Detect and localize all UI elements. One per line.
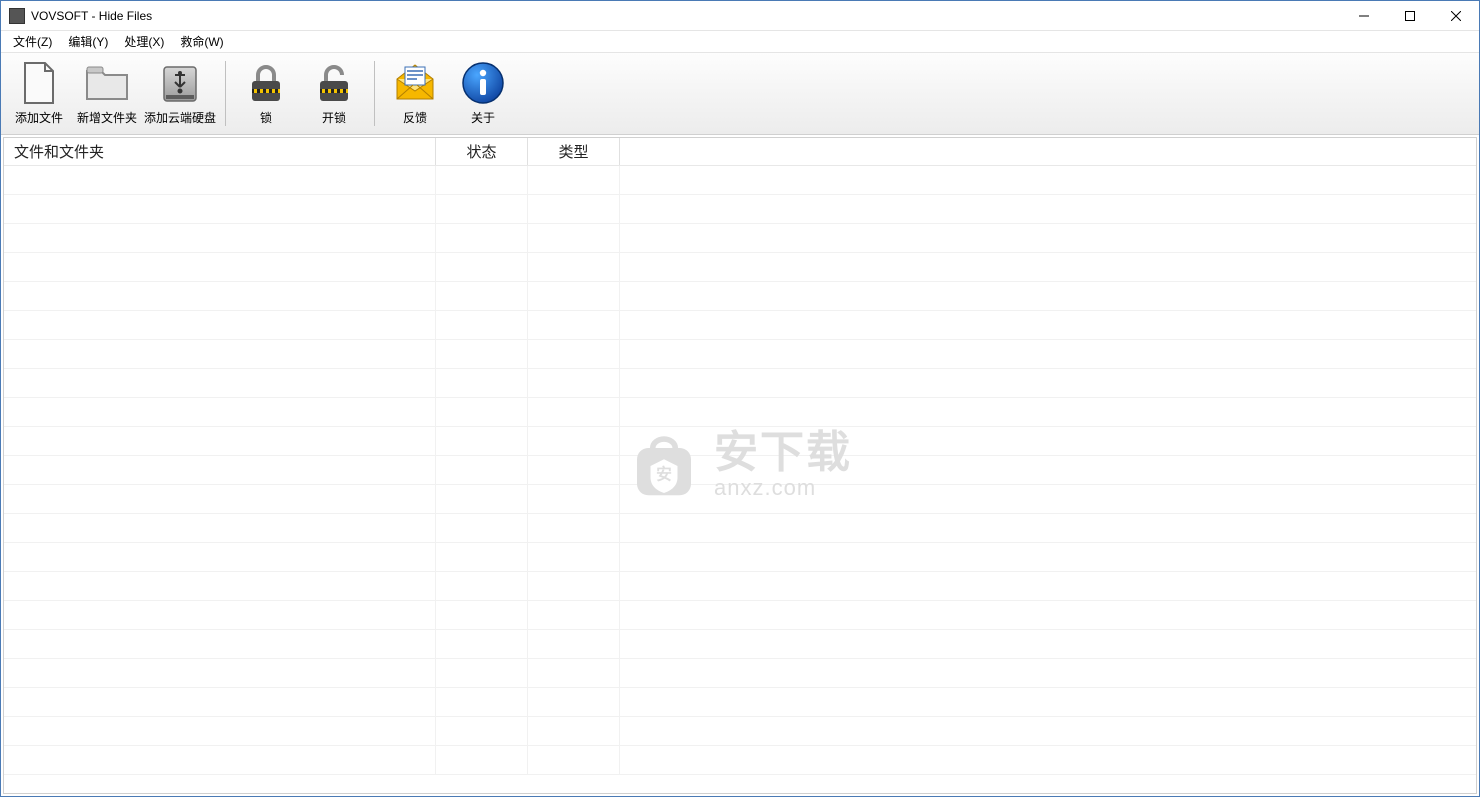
toolbar-separator — [225, 61, 226, 126]
maximize-icon — [1405, 11, 1415, 21]
close-button[interactable] — [1433, 1, 1479, 30]
table-row — [4, 224, 1476, 253]
minimize-icon — [1359, 11, 1369, 21]
feedback-button[interactable]: 反馈 — [381, 55, 449, 132]
column-header-spacer — [620, 138, 1476, 165]
table-row — [4, 514, 1476, 543]
file-icon — [15, 59, 63, 107]
window-controls — [1341, 1, 1479, 30]
menu-file[interactable]: 文件(Z) — [5, 31, 60, 52]
add-file-label: 添加文件 — [15, 109, 63, 126]
feedback-label: 反馈 — [403, 109, 427, 126]
toolbar-group-lock: 锁 开锁 — [232, 55, 368, 132]
table-row — [4, 688, 1476, 717]
table-row — [4, 340, 1476, 369]
window-title: VOVSOFT - Hide Files — [31, 9, 152, 23]
column-header-type[interactable]: 类型 — [528, 138, 620, 165]
add-cloud-drive-button[interactable]: 添加云端硬盘 — [141, 55, 219, 132]
table-row — [4, 253, 1476, 282]
table-row — [4, 572, 1476, 601]
table-row — [4, 282, 1476, 311]
table-row — [4, 601, 1476, 630]
toolbar-group-add: 添加文件 新增文件夹 — [5, 55, 219, 132]
column-header-status[interactable]: 状态 — [436, 138, 528, 165]
toolbar-separator — [374, 61, 375, 126]
table-row — [4, 369, 1476, 398]
maximize-button[interactable] — [1387, 1, 1433, 30]
menu-help[interactable]: 救命(W) — [172, 31, 231, 52]
menu-process[interactable]: 处理(X) — [116, 31, 172, 52]
add-folder-button[interactable]: 新增文件夹 — [73, 55, 141, 132]
unlock-button[interactable]: 开锁 — [300, 55, 368, 132]
table-row — [4, 195, 1476, 224]
about-button[interactable]: 关于 — [449, 55, 517, 132]
titlebar: VOVSOFT - Hide Files — [1, 1, 1479, 31]
table-row — [4, 717, 1476, 746]
menu-edit[interactable]: 编辑(Y) — [60, 31, 116, 52]
table-row — [4, 398, 1476, 427]
table-row — [4, 166, 1476, 195]
table-row — [4, 427, 1476, 456]
grid-header: 文件和文件夹 状态 类型 — [4, 138, 1476, 166]
toolbar: 添加文件 新增文件夹 — [1, 53, 1479, 135]
table-row — [4, 630, 1476, 659]
table-row — [4, 543, 1476, 572]
menubar: 文件(Z) 编辑(Y) 处理(X) 救命(W) — [1, 31, 1479, 53]
add-cloud-drive-label: 添加云端硬盘 — [144, 109, 216, 126]
app-window: VOVSOFT - Hide Files 文件(Z) 编辑(Y) 处理(X) 救… — [0, 0, 1480, 797]
about-label: 关于 — [471, 109, 495, 126]
toolbar-group-info: 反馈 关于 — [381, 55, 517, 132]
lock-label: 锁 — [260, 109, 272, 126]
table-row — [4, 456, 1476, 485]
add-folder-label: 新增文件夹 — [77, 109, 137, 126]
info-icon — [459, 59, 507, 107]
usb-drive-icon — [156, 59, 204, 107]
mail-icon — [391, 59, 439, 107]
unlock-icon — [310, 59, 358, 107]
table-row — [4, 485, 1476, 514]
lock-icon — [242, 59, 290, 107]
app-icon — [9, 8, 25, 24]
column-header-files[interactable]: 文件和文件夹 — [4, 138, 436, 165]
table-row — [4, 659, 1476, 688]
table-row — [4, 746, 1476, 775]
close-icon — [1451, 11, 1461, 21]
unlock-label: 开锁 — [322, 109, 346, 126]
add-file-button[interactable]: 添加文件 — [5, 55, 73, 132]
grid-body[interactable] — [4, 166, 1476, 793]
table-row — [4, 311, 1476, 340]
folder-icon — [83, 59, 131, 107]
lock-button[interactable]: 锁 — [232, 55, 300, 132]
content-area: 文件和文件夹 状态 类型 — [3, 137, 1477, 794]
minimize-button[interactable] — [1341, 1, 1387, 30]
